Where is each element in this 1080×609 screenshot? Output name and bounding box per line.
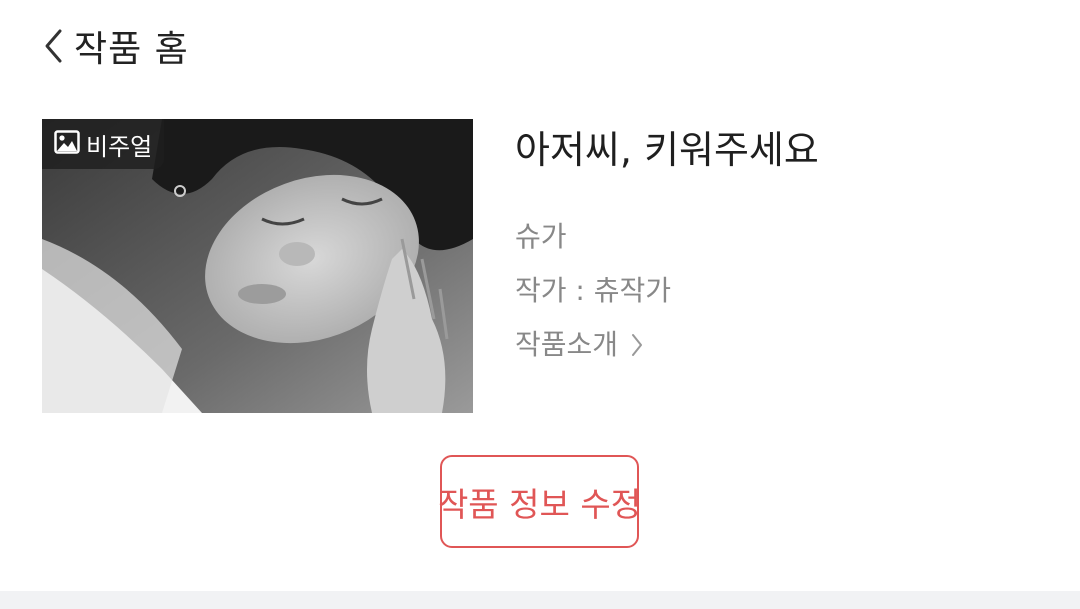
back-button[interactable]: 작품 홈 <box>44 18 189 74</box>
work-title: 아저씨, 키워주세요 <box>515 128 819 172</box>
work-thumbnail[interactable]: 비주얼 <box>42 119 473 413</box>
top-bar: 작품 홈 <box>0 0 1080 96</box>
section-divider <box>0 591 1080 609</box>
image-icon <box>54 130 80 158</box>
visual-badge-label: 비주얼 <box>86 132 153 161</box>
work-author: 작가 : 츄작가 <box>515 274 672 307</box>
work-info: 아저씨, 키워주세요 슈가 작가 : 츄작가 작품소개 <box>515 119 1055 363</box>
visual-badge: 비주얼 <box>42 119 165 169</box>
work-genre: 슈가 <box>515 220 567 253</box>
work-intro-label: 작품소개 <box>515 328 619 361</box>
page-title: 작품 홈 <box>74 29 189 70</box>
chevron-left-icon <box>44 28 64 64</box>
work-intro-link[interactable]: 작품소개 <box>515 327 644 363</box>
edit-work-info-button[interactable]: 작품 정보 수정 <box>438 455 641 548</box>
work-home-page: 작품 홈 비주얼 아저씨, 키워주세요 슈가 작가: 츄작가 작품소개 작품 … <box>0 0 1080 609</box>
chevron-right-icon <box>618 332 644 358</box>
